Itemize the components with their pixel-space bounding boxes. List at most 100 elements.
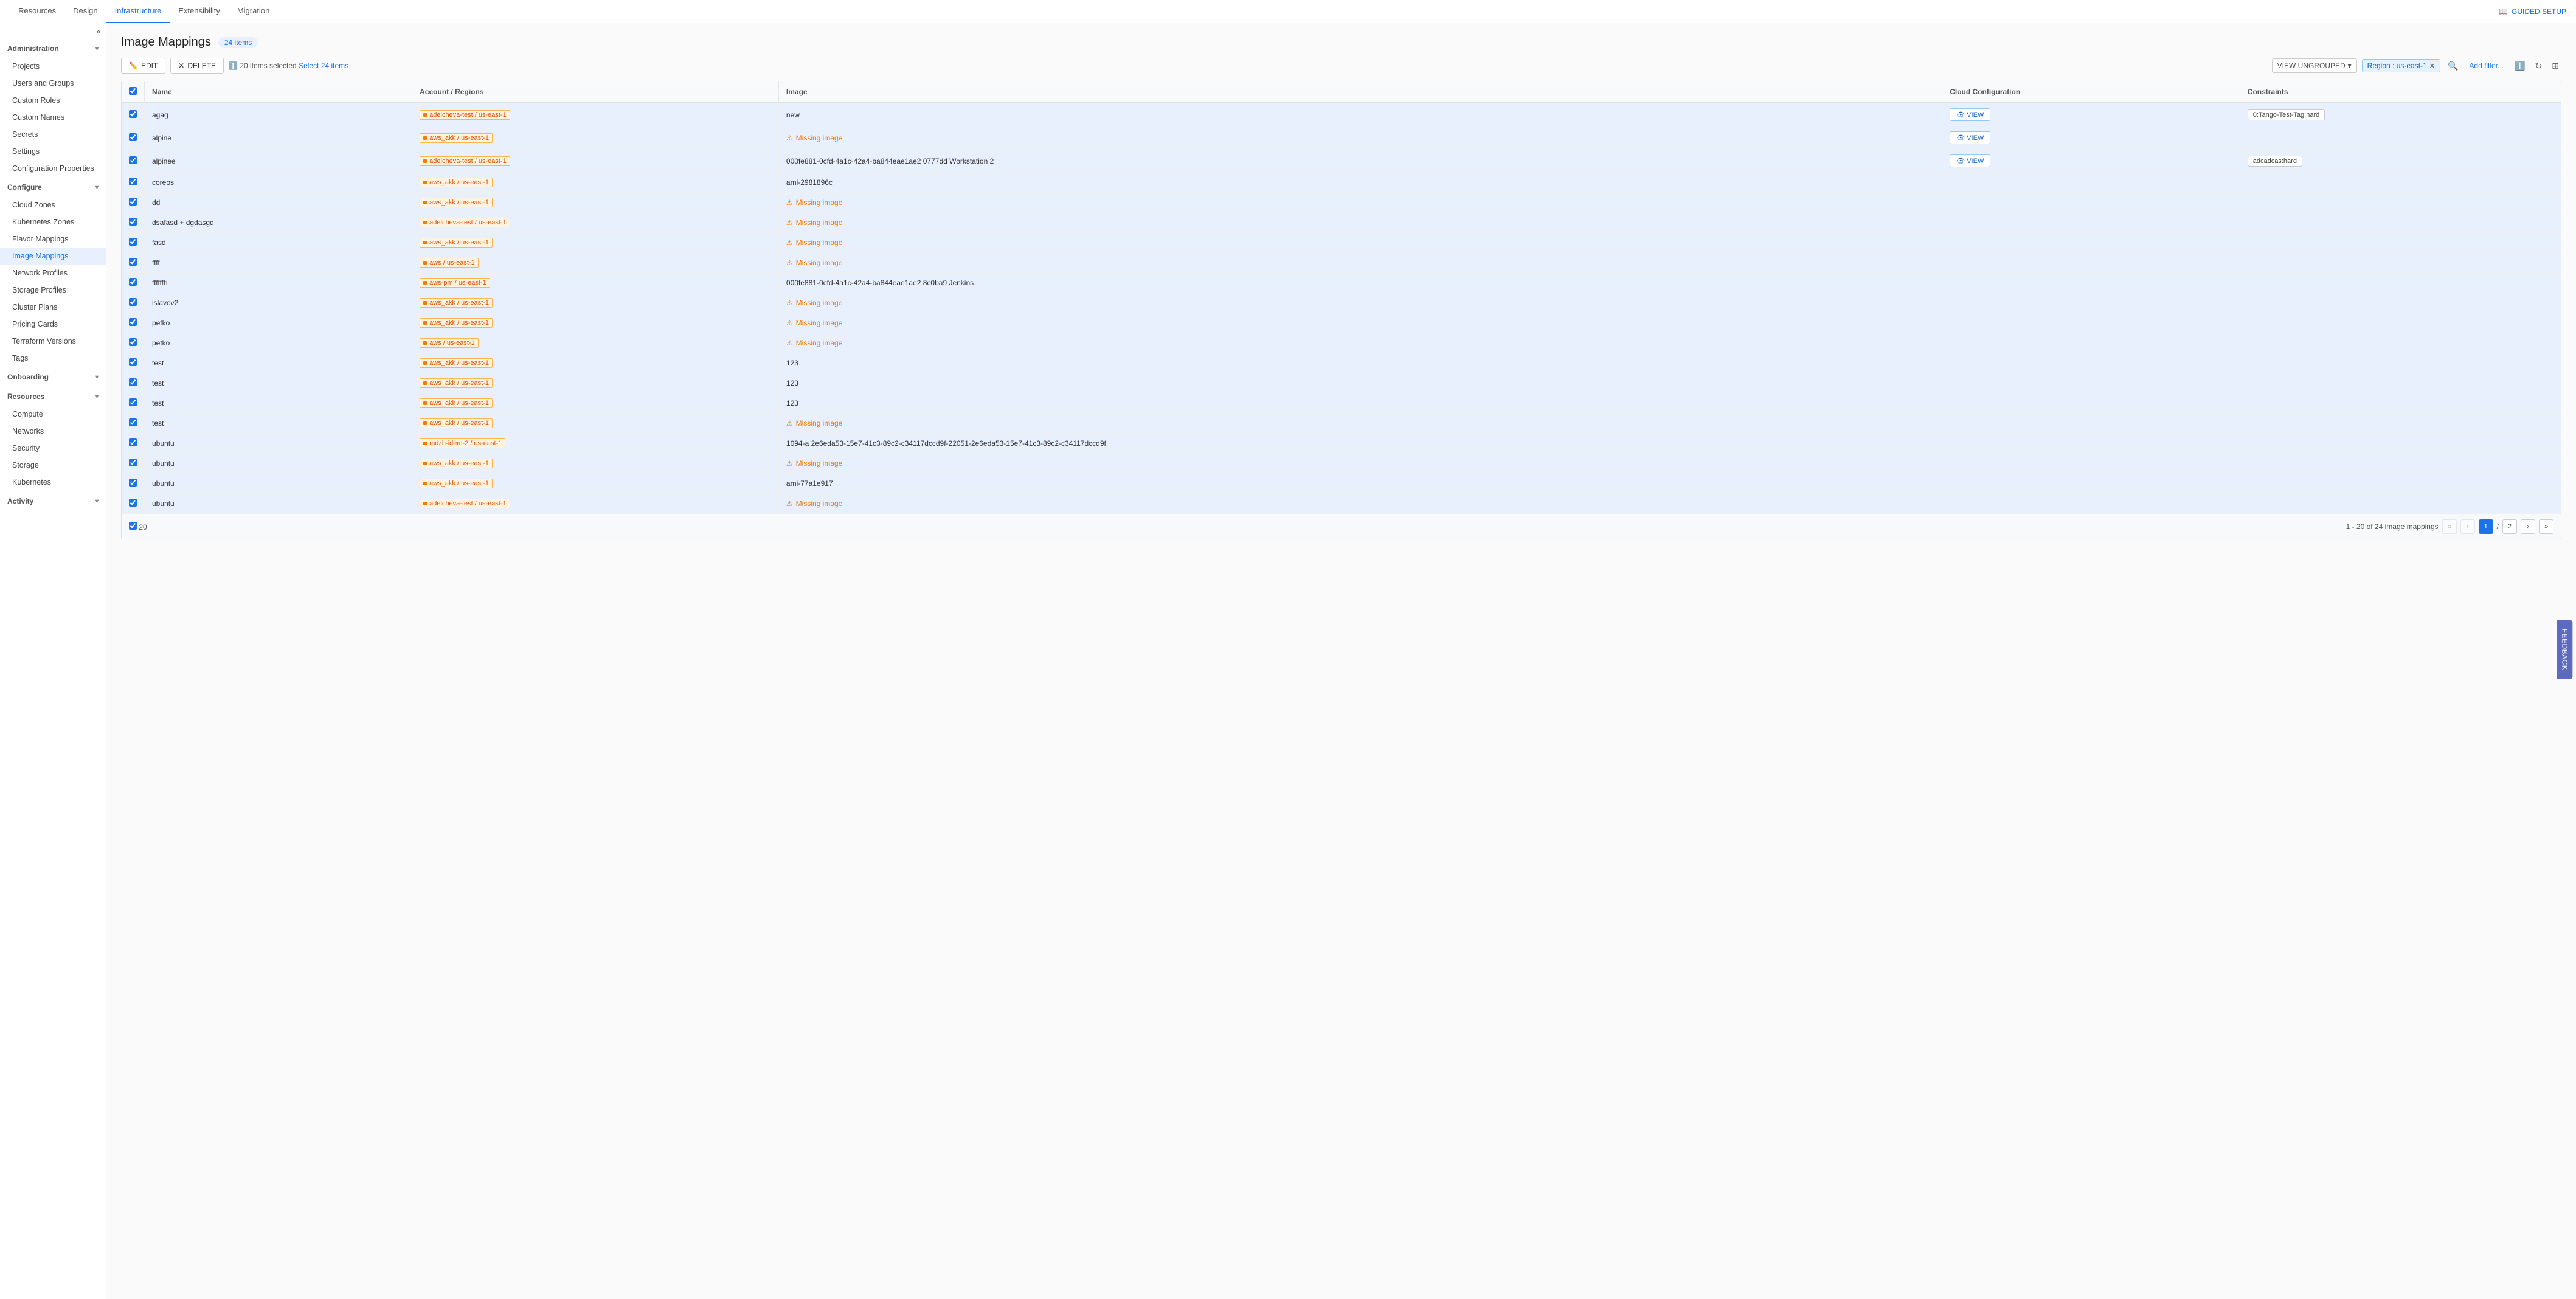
nav-item-extensibility[interactable]: Extensibility <box>170 0 229 23</box>
add-filter-button[interactable]: Add filter... <box>2465 59 2507 72</box>
search-icon[interactable]: 🔍 <box>2445 58 2460 74</box>
nav-item-migration[interactable]: Migration <box>229 0 278 23</box>
row-checkbox-cell[interactable] <box>122 474 145 494</box>
refresh-icon[interactable]: ↻ <box>2533 58 2545 74</box>
row-checkbox[interactable] <box>129 278 137 286</box>
row-checkbox[interactable] <box>129 418 137 426</box>
cell-constraints <box>2240 434 2561 454</box>
row-checkbox[interactable] <box>129 198 137 206</box>
row-checkbox-cell[interactable] <box>122 293 145 313</box>
sidebar-section-header-resources[interactable]: Resources ▾ <box>0 387 106 406</box>
sidebar-item-settings[interactable]: Settings <box>0 143 106 160</box>
sidebar-item-terraform-versions[interactable]: Terraform Versions <box>0 333 106 350</box>
sidebar-section-onboarding: Onboarding ▾ <box>0 368 106 386</box>
select-all-checkbox-header[interactable] <box>122 81 145 103</box>
row-checkbox[interactable] <box>129 258 137 266</box>
sidebar-section-header-administration[interactable]: Administration ▾ <box>0 40 106 58</box>
sidebar-item-security[interactable]: Security <box>0 440 106 457</box>
row-checkbox-cell[interactable] <box>122 213 145 233</box>
sidebar-item-custom-roles[interactable]: Custom Roles <box>0 92 106 109</box>
row-checkbox[interactable] <box>129 238 137 246</box>
view-ungrouped-button[interactable]: VIEW UNGROUPED ▾ <box>2272 58 2357 73</box>
view-cloud-config-button[interactable]: 👁 VIEW <box>1950 108 1990 121</box>
row-checkbox-cell[interactable] <box>122 434 145 454</box>
row-checkbox[interactable] <box>129 318 137 326</box>
sidebar-collapse-button[interactable]: « <box>0 23 106 40</box>
row-checkbox[interactable] <box>129 459 137 466</box>
sidebar-item-tags[interactable]: Tags <box>0 350 106 367</box>
edit-button[interactable]: ✏️ EDIT <box>121 58 165 74</box>
nav-item-infrastructure[interactable]: Infrastructure <box>106 0 170 23</box>
row-checkbox-cell[interactable] <box>122 353 145 373</box>
prev-page-button[interactable]: ‹ <box>2460 519 2475 534</box>
row-checkbox-cell[interactable] <box>122 173 145 193</box>
nav-item-design[interactable]: Design <box>64 0 106 23</box>
sidebar-item-flavor-mappings[interactable]: Flavor Mappings <box>0 230 106 248</box>
sidebar-item-storage[interactable]: Storage <box>0 457 106 474</box>
nav-item-resources[interactable]: Resources <box>10 0 64 23</box>
sidebar-item-network-profiles[interactable]: Network Profiles <box>0 265 106 282</box>
select-all-link[interactable]: Select 24 items <box>299 61 348 70</box>
sidebar-section-header-onboarding[interactable]: Onboarding ▾ <box>0 368 106 386</box>
row-checkbox[interactable] <box>129 218 137 226</box>
row-checkbox[interactable] <box>129 110 137 118</box>
row-checkbox-cell[interactable] <box>122 273 145 293</box>
sidebar-item-kubernetes[interactable]: Kubernetes <box>0 474 106 491</box>
view-cloud-config-button[interactable]: 👁 VIEW <box>1950 131 1990 144</box>
row-checkbox[interactable] <box>129 438 137 446</box>
row-checkbox-cell[interactable] <box>122 103 145 126</box>
cell-account: mdzh-idem-2 / us-east-1 <box>412 434 779 454</box>
sidebar-section-header-configure[interactable]: Configure ▾ <box>0 178 106 196</box>
row-checkbox[interactable] <box>129 499 137 507</box>
row-checkbox-cell[interactable] <box>122 454 145 474</box>
row-checkbox-cell[interactable] <box>122 333 145 353</box>
row-checkbox[interactable] <box>129 479 137 487</box>
footer-checkbox[interactable] <box>129 522 137 530</box>
sidebar-item-cloud-zones[interactable]: Cloud Zones <box>0 196 106 213</box>
row-checkbox[interactable] <box>129 298 137 306</box>
row-checkbox-cell[interactable] <box>122 414 145 434</box>
row-checkbox-cell[interactable] <box>122 193 145 213</box>
sidebar-item-networks[interactable]: Networks <box>0 423 106 440</box>
row-checkbox[interactable] <box>129 338 137 346</box>
row-checkbox-cell[interactable] <box>122 233 145 253</box>
sidebar-item-compute[interactable]: Compute <box>0 406 106 423</box>
select-all-checkbox[interactable] <box>129 87 137 95</box>
row-checkbox[interactable] <box>129 358 137 366</box>
row-checkbox-cell[interactable] <box>122 253 145 273</box>
row-checkbox[interactable] <box>129 378 137 386</box>
row-checkbox-cell[interactable] <box>122 126 145 150</box>
page-2-button[interactable]: 2 <box>2502 519 2517 534</box>
filter-close-button[interactable]: ✕ <box>2429 62 2435 70</box>
sidebar-item-projects[interactable]: Projects <box>0 58 106 75</box>
next-page-button[interactable]: › <box>2521 519 2535 534</box>
sidebar-item-custom-names[interactable]: Custom Names <box>0 109 106 126</box>
info-icon[interactable]: ℹ️ <box>2512 58 2527 74</box>
last-page-button[interactable]: » <box>2539 519 2553 534</box>
sidebar-section-header-activity[interactable]: Activity ▾ <box>0 492 106 510</box>
sidebar-item-secrets[interactable]: Secrets <box>0 126 106 143</box>
row-checkbox[interactable] <box>129 178 137 185</box>
feedback-tab[interactable]: FEEDBACK <box>2557 620 2573 679</box>
view-cloud-config-button[interactable]: 👁 VIEW <box>1950 154 1990 167</box>
grid-view-icon[interactable]: ⊞ <box>2549 58 2561 74</box>
sidebar-item-image-mappings[interactable]: Image Mappings <box>0 248 106 265</box>
row-checkbox-cell[interactable] <box>122 373 145 393</box>
row-checkbox-cell[interactable] <box>122 393 145 414</box>
page-1-button[interactable]: 1 <box>2479 519 2493 534</box>
delete-button[interactable]: ✕ DELETE <box>170 58 224 74</box>
sidebar-item-pricing-cards[interactable]: Pricing Cards <box>0 316 106 333</box>
first-page-button[interactable]: « <box>2442 519 2457 534</box>
sidebar-item-storage-profiles[interactable]: Storage Profiles <box>0 282 106 299</box>
sidebar-item-users-groups[interactable]: Users and Groups <box>0 75 106 92</box>
sidebar-item-config-props[interactable]: Configuration Properties <box>0 160 106 177</box>
guided-setup-button[interactable]: 📖 GUIDED SETUP <box>2499 7 2566 16</box>
sidebar-item-kubernetes-zones[interactable]: Kubernetes Zones <box>0 213 106 230</box>
sidebar-item-cluster-plans[interactable]: Cluster Plans <box>0 299 106 316</box>
row-checkbox[interactable] <box>129 398 137 406</box>
row-checkbox[interactable] <box>129 156 137 164</box>
row-checkbox-cell[interactable] <box>122 494 145 514</box>
row-checkbox[interactable] <box>129 133 137 141</box>
row-checkbox-cell[interactable] <box>122 313 145 333</box>
row-checkbox-cell[interactable] <box>122 150 145 173</box>
